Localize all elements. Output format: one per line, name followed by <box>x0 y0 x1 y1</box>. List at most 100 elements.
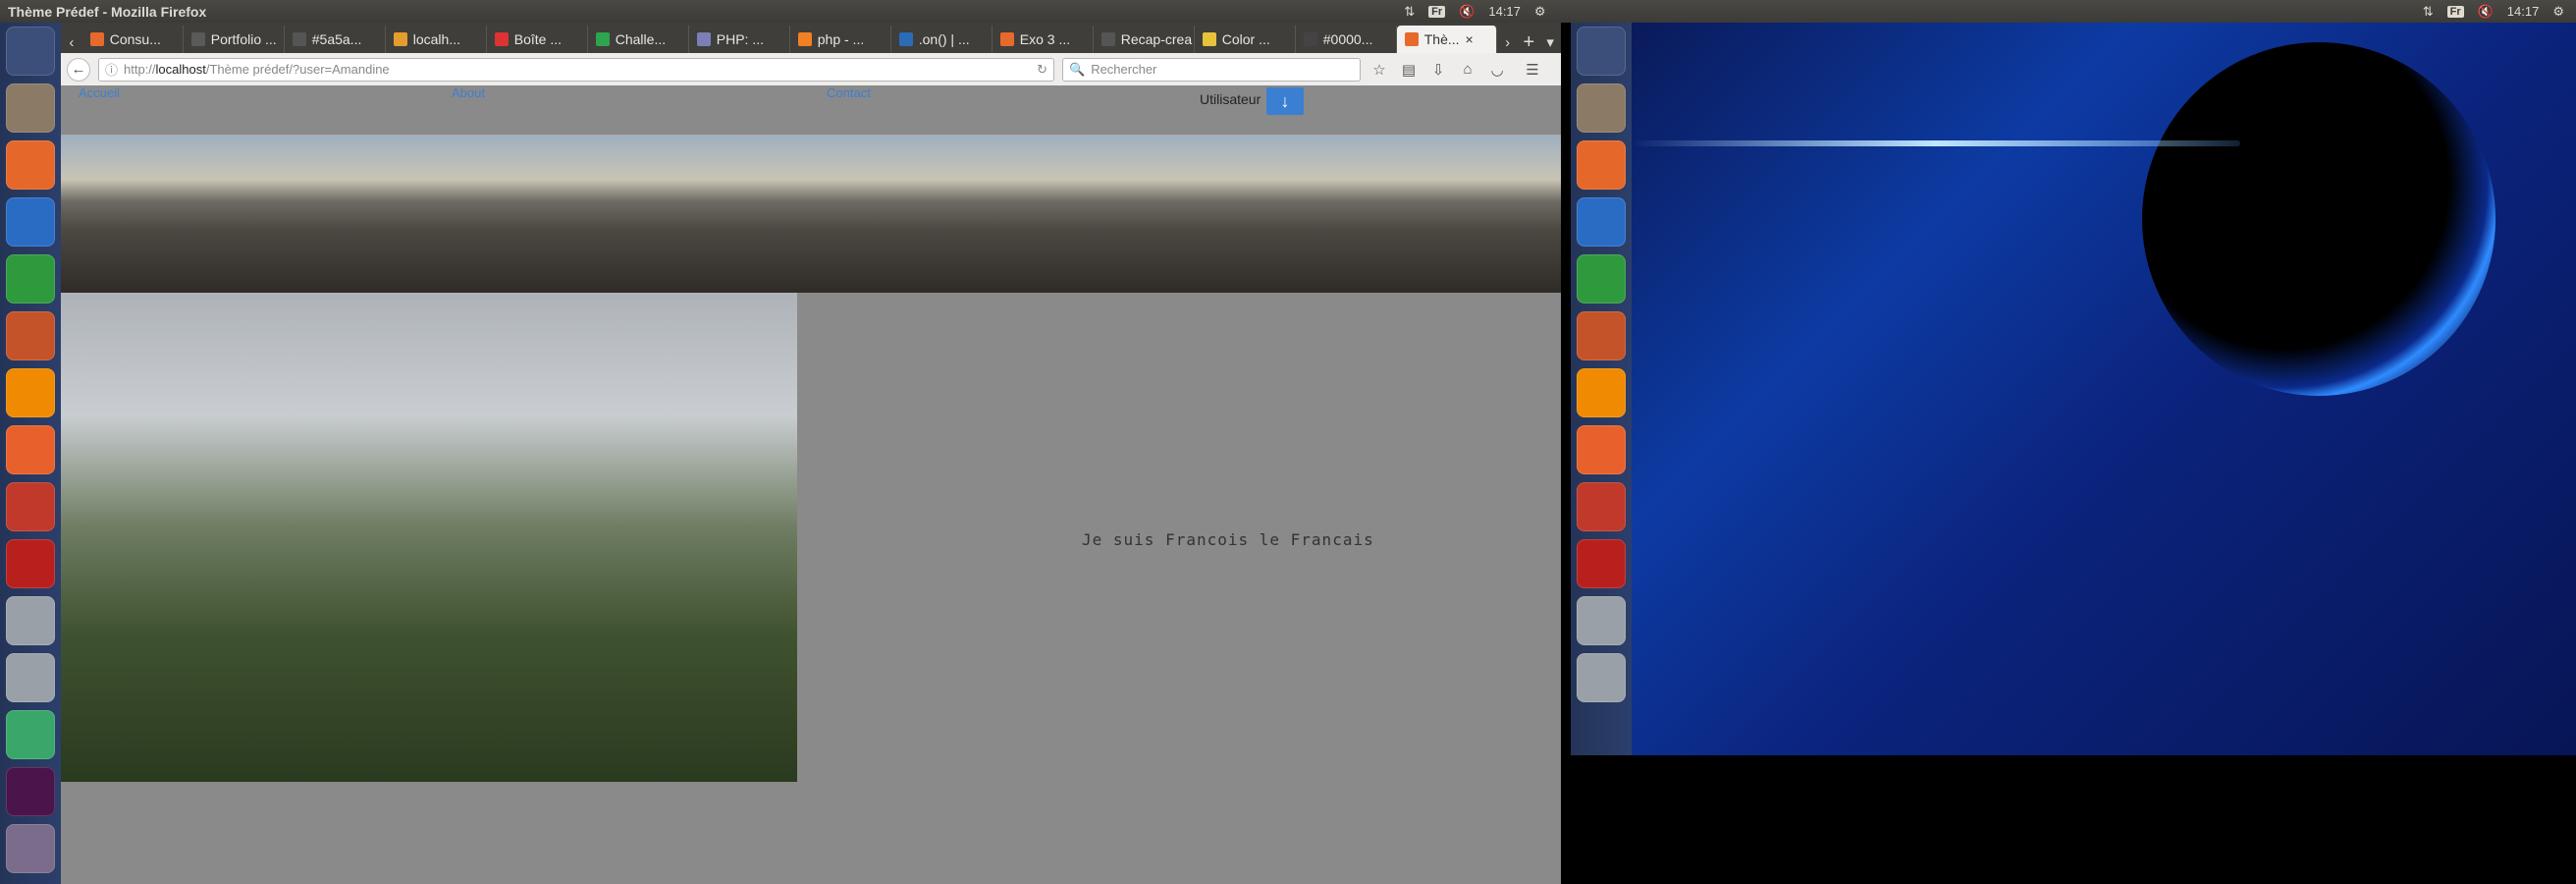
tab-label: localh... <box>412 31 460 47</box>
bookmark-star-icon[interactable]: ☆ <box>1368 59 1390 81</box>
tab-favicon-icon <box>898 32 913 46</box>
reading-list-icon[interactable]: ▤ <box>1398 59 1420 81</box>
ubuntu-dash-icon[interactable] <box>6 27 55 76</box>
greenhouse-photo <box>61 293 797 782</box>
keyboard-indicator[interactable]: Fr <box>1428 5 1446 18</box>
nav-accueil[interactable]: Accueil <box>79 85 120 100</box>
wallpaper-orb <box>2142 42 2496 396</box>
tab-0[interactable]: Consu... <box>82 26 184 53</box>
site-nav: Accueil About Contact Utilisateur ↓ <box>61 85 1561 136</box>
tab-8[interactable]: .on() | ... <box>891 26 993 53</box>
calc-icon[interactable] <box>1577 254 1626 304</box>
gear-icon[interactable]: ⚙ <box>2552 4 2564 20</box>
tab-list-icon[interactable]: ▾ <box>1539 31 1561 53</box>
firefox-icon[interactable] <box>6 140 55 190</box>
tab-label: Portfolio ... <box>210 31 277 47</box>
writer-icon[interactable] <box>6 197 55 247</box>
ubuntu-dash-icon[interactable] <box>1577 27 1626 76</box>
tab-label: Challe... <box>615 31 667 47</box>
files-icon[interactable] <box>1577 83 1626 133</box>
download-icon[interactable]: ⇩ <box>1427 59 1449 81</box>
window-title: Thème Prédef - Mozilla Firefox <box>8 3 207 20</box>
url-bar[interactable]: ⓘ http:// localhost /Thème prédef/?user=… <box>98 57 1054 82</box>
tab-9[interactable]: Exo 3 ... <box>993 26 1094 53</box>
drive-icon[interactable] <box>6 653 55 702</box>
tab-label: Exo 3 ... <box>1019 31 1071 47</box>
url-prefix: http:// <box>124 62 156 77</box>
impress-icon[interactable] <box>1577 311 1626 360</box>
clock[interactable]: 14:17 <box>1488 4 1521 19</box>
impress-icon[interactable] <box>6 311 55 360</box>
tab-2[interactable]: #5a5a... <box>285 26 386 53</box>
tab-favicon-icon <box>696 32 711 46</box>
tab-3[interactable]: localh... <box>386 26 487 53</box>
clock[interactable]: 14:17 <box>2507 4 2540 19</box>
intro-text: Je suis Francois le Francais <box>1082 530 1374 549</box>
tab-favicon-icon <box>999 32 1014 46</box>
tab-favicon-icon <box>393 32 407 46</box>
nav-contact[interactable]: Contact <box>827 85 871 100</box>
tab-label: Boîte ... <box>513 31 562 47</box>
tab-11[interactable]: Color ... <box>1195 26 1296 53</box>
tab-13[interactable]: Thè... × <box>1396 26 1497 53</box>
keyboard-indicator[interactable]: Fr <box>2446 5 2464 18</box>
files-icon[interactable] <box>6 83 55 133</box>
tab-7[interactable]: php - ... <box>790 26 891 53</box>
pocket-icon[interactable]: ◡ <box>1486 59 1508 81</box>
reload-icon[interactable]: ↻ <box>1037 62 1047 78</box>
atom-icon[interactable] <box>6 710 55 759</box>
tab-scroll-right-icon[interactable]: › <box>1497 31 1519 53</box>
url-path: /Thème prédef/?user=Amandine <box>205 62 390 77</box>
home-icon[interactable]: ⌂ <box>1457 59 1478 81</box>
wallpaper-light-streak <box>1632 140 2240 146</box>
software-center-icon[interactable] <box>1577 425 1626 474</box>
trash-icon[interactable] <box>6 824 55 873</box>
drive-icon[interactable] <box>1577 653 1626 702</box>
launcher-right <box>1571 23 1632 755</box>
top-panel: Thème Prédef - Mozilla Firefox ⇅ Fr 🔇 14… <box>0 0 2576 23</box>
tab-favicon-icon <box>1100 32 1115 46</box>
settings-icon[interactable] <box>1577 482 1626 531</box>
network-icon[interactable]: ⇅ <box>1404 4 1415 20</box>
panel-indicators-right: ⇅ Fr 🔇 14:17 ⚙ <box>2423 4 2576 20</box>
gear-icon[interactable]: ⚙ <box>1534 4 1546 20</box>
network-icon[interactable]: ⇅ <box>2423 4 2434 20</box>
menu-icon[interactable]: ☰ <box>1522 59 1543 81</box>
tab-6[interactable]: PHP: ... <box>689 26 790 53</box>
search-input[interactable]: 🔍 Rechercher <box>1062 57 1361 82</box>
tab-5[interactable]: Challe... <box>588 26 689 53</box>
nav-bar: ← ⓘ http:// localhost /Thème prédef/?use… <box>61 53 1561 86</box>
nav-about[interactable]: About <box>452 85 485 100</box>
tab-scroll-left-icon[interactable]: ‹ <box>61 31 82 53</box>
calc-icon[interactable] <box>6 254 55 304</box>
web-page: Accueil About Contact Utilisateur ↓ Je s… <box>61 85 1561 884</box>
tab-favicon-icon <box>494 32 509 46</box>
tab-10[interactable]: Recap-crea <box>1094 26 1195 53</box>
tab-label: php - ... <box>817 31 865 47</box>
tab-12[interactable]: #0000... <box>1296 26 1397 53</box>
url-host: localhost <box>155 62 206 77</box>
software-center-icon[interactable] <box>6 425 55 474</box>
tab-favicon-icon <box>190 32 205 46</box>
volume-icon[interactable]: 🔇 <box>2478 4 2494 20</box>
firefox-icon[interactable] <box>1577 140 1626 190</box>
writer-icon[interactable] <box>1577 197 1626 247</box>
slack-icon[interactable] <box>6 767 55 816</box>
volume-icon[interactable]: 🔇 <box>1459 4 1475 20</box>
drive-icon[interactable] <box>6 596 55 645</box>
vlc-icon[interactable] <box>6 368 55 417</box>
filezilla-icon[interactable] <box>6 539 55 588</box>
tab-label: .on() | ... <box>918 31 970 47</box>
back-icon[interactable]: ← <box>67 57 90 82</box>
user-dropdown-button[interactable]: ↓ <box>1266 87 1304 115</box>
drive-icon[interactable] <box>1577 596 1626 645</box>
info-icon[interactable]: ⓘ <box>105 60 118 79</box>
filezilla-icon[interactable] <box>1577 539 1626 588</box>
close-tab-icon[interactable]: × <box>1466 31 1474 47</box>
search-placeholder: Rechercher <box>1091 62 1157 77</box>
new-tab-icon[interactable]: + <box>1519 31 1540 53</box>
settings-icon[interactable] <box>6 482 55 531</box>
vlc-icon[interactable] <box>1577 368 1626 417</box>
tab-1[interactable]: Portfolio ... <box>184 26 285 53</box>
tab-4[interactable]: Boîte ... <box>487 26 588 53</box>
